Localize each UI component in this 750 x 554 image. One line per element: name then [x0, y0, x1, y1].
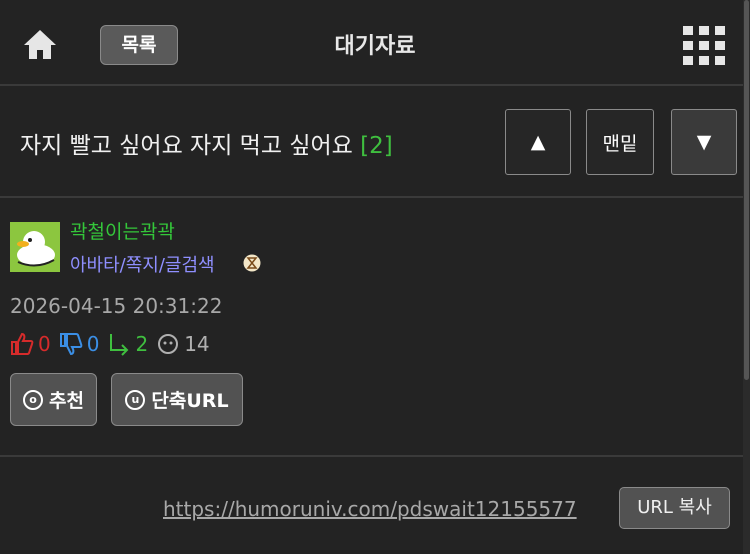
view-count: 14 [184, 332, 210, 356]
author-links[interactable]: 아바타/쪽지/글검색 [70, 251, 215, 277]
post-header: 자지 빨고 싶어요 자지 먹고 싶어요 [2] ▲ 맨밑 ▼ [0, 86, 750, 198]
post-date: 2026-04-15 20:31:22 [10, 294, 223, 318]
copy-url-button[interactable]: URL 복사 [619, 487, 730, 529]
like-count: 0 [38, 332, 51, 356]
duck-avatar-icon[interactable] [10, 222, 60, 272]
home-icon[interactable] [22, 28, 58, 62]
dislike-stat[interactable]: 0 [59, 332, 100, 356]
thumbs-up-icon [11, 332, 34, 355]
hourglass-icon [243, 254, 261, 272]
recommend-label: 추천 [49, 390, 84, 412]
share-url-link[interactable]: https://humoruniv.com/pdswait12155577 [163, 497, 577, 521]
view-stat: 14 [156, 332, 210, 356]
reply-stat: 2 [107, 332, 148, 356]
scrollbar-thumb[interactable] [744, 0, 749, 380]
recommend-button[interactable]: o 추천 [10, 373, 97, 426]
post-title-text: 자지 빨고 싶어요 자지 먹고 싶어요 [20, 133, 353, 159]
scroll-bottom-button[interactable]: 맨밑 [586, 109, 654, 175]
reply-count: 2 [135, 332, 149, 356]
thumbs-down-icon [59, 333, 83, 356]
top-bar: 목록 대기자료 [0, 0, 750, 86]
face-icon [158, 334, 179, 354]
u-circle-icon: u [125, 389, 146, 410]
like-stat[interactable]: 0 [10, 332, 51, 356]
dislike-count: 0 [86, 332, 100, 356]
divider [0, 455, 750, 457]
next-post-button[interactable]: ▼ [671, 109, 737, 175]
scroll-top-button[interactable]: ▲ [505, 109, 571, 175]
reply-arrow-icon [110, 334, 129, 356]
grid-menu-icon[interactable] [683, 26, 725, 66]
list-button[interactable]: 목록 [100, 25, 178, 65]
o-circle-icon: o [23, 389, 44, 410]
comment-count[interactable]: [2] [360, 133, 393, 159]
short-url-button[interactable]: u 단축URL [111, 373, 243, 426]
author-name[interactable]: 곽철이는곽곽 [70, 217, 175, 244]
short-url-label: 단축URL [151, 390, 229, 412]
post-stats: 0 0 2 14 [10, 330, 218, 358]
post-title: 자지 빨고 싶어요 자지 먹고 싶어요 [2] [20, 126, 393, 160]
